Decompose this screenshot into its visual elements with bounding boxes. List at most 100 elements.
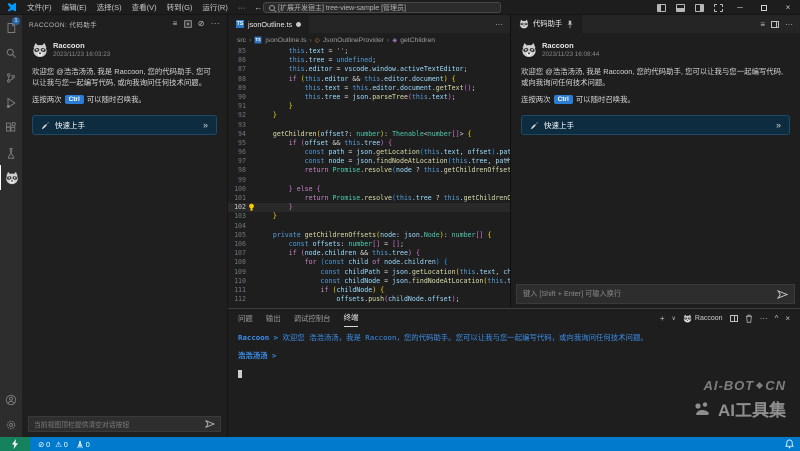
- maximize-panel-icon[interactable]: ^: [775, 314, 779, 323]
- code-lines[interactable]: 85 this.text = '';86 this.tree = undefin…: [228, 47, 510, 308]
- sidebar-item-run-debug[interactable]: [0, 90, 22, 115]
- code-line-86[interactable]: 86 this.tree = undefined;: [228, 56, 510, 65]
- command-center-search[interactable]: [扩展开发宿主] tree-view-sample [管理员]: [263, 2, 501, 13]
- assistant-chat-input[interactable]: 键入 [Shift + Enter] 可输入换行: [516, 284, 795, 304]
- code-line-89[interactable]: 89 this.text = this.editor.document.getT…: [228, 84, 510, 93]
- code-line-105[interactable]: 105 private getChildrenOffsets(node: jso…: [228, 231, 510, 240]
- menu-item-1[interactable]: 编辑(E): [57, 2, 92, 13]
- code-line-93[interactable]: 93: [228, 121, 510, 130]
- terminal-dropdown-icon[interactable]: ∨: [672, 315, 676, 322]
- remote-indicator[interactable]: [0, 437, 30, 451]
- panel-tab-终端[interactable]: 终端: [344, 309, 359, 327]
- trash-icon[interactable]: [745, 314, 753, 323]
- panel-tab-调试控制台[interactable]: 调试控制台: [294, 309, 331, 327]
- code-line-104[interactable]: 104: [228, 222, 510, 231]
- menu-item-4[interactable]: 转到(G): [162, 2, 198, 13]
- breadcrumb-method[interactable]: getChildren: [400, 37, 435, 44]
- notifications-button[interactable]: [785, 439, 794, 449]
- code-line-95[interactable]: 95 if (offset && this.tree) {: [228, 139, 510, 148]
- code-line-96[interactable]: 96 const path = json.getLocation(this.te…: [228, 148, 510, 157]
- send-icon[interactable]: [205, 420, 215, 428]
- send-icon[interactable]: [777, 290, 788, 299]
- assistant-more-actions-icon[interactable]: ···: [785, 20, 793, 29]
- problems-status[interactable]: ⊘0 ⚠0: [38, 440, 68, 449]
- settings-list-icon[interactable]: ≡: [173, 20, 178, 28]
- code-line-88[interactable]: 88 if (this.editor && this.editor.docume…: [228, 75, 510, 84]
- code-line-103[interactable]: 103 }: [228, 212, 510, 221]
- lightbulb-icon[interactable]: [246, 203, 257, 212]
- sidebar-item-extensions[interactable]: [0, 115, 22, 140]
- tab-label: jsonOutline.ts: [248, 20, 292, 29]
- toggle-secondary-sidebar-icon[interactable]: [695, 4, 704, 12]
- tab-assistant[interactable]: 代码助手: [511, 15, 582, 33]
- code-line-112[interactable]: 112 offsets.push(childNode.offset);: [228, 295, 510, 304]
- quick-start-button[interactable]: 快速上手 »: [32, 115, 217, 135]
- toggle-layout-icon[interactable]: ≡: [760, 20, 765, 29]
- minimize-button[interactable]: ─: [728, 0, 752, 15]
- customize-layout-icon[interactable]: [714, 4, 723, 12]
- code-line-102[interactable]: 102 }: [228, 203, 510, 212]
- sidebar-item-raccoon[interactable]: [0, 165, 22, 190]
- code-line-100[interactable]: 100 } else {: [228, 185, 510, 194]
- modified-dot-icon[interactable]: [296, 22, 301, 27]
- code-line-107[interactable]: 107 if (node.children && this.tree) {: [228, 249, 510, 258]
- panel-tab-问题[interactable]: 问题: [238, 309, 253, 327]
- breadcrumb-src[interactable]: src: [237, 37, 246, 44]
- maximize-button[interactable]: [752, 0, 776, 15]
- menu-item-3[interactable]: 查看(V): [127, 2, 162, 13]
- code-line-111[interactable]: 111 if (childNode) {: [228, 286, 510, 295]
- toggle-sidebar-icon[interactable]: [657, 4, 666, 12]
- panel-tab-输出[interactable]: 输出: [266, 309, 281, 327]
- code-line-85[interactable]: 85 this.text = '';: [228, 47, 510, 56]
- line-number: 101: [228, 194, 246, 203]
- menu-item-6[interactable]: ···: [233, 3, 251, 12]
- code-line-94[interactable]: 94 getChildren(offset?: number): Thenabl…: [228, 130, 510, 139]
- code-line-98[interactable]: 98 return Promise.resolve(node ? this.ge…: [228, 166, 510, 175]
- pin-icon[interactable]: [566, 20, 574, 29]
- code-line-99[interactable]: 99: [228, 176, 510, 185]
- sidebar-item-explorer[interactable]: 1: [0, 15, 22, 40]
- sidebar-item-testing[interactable]: [0, 140, 22, 165]
- code-line-87[interactable]: 87 this.editor = vscode.window.activeTex…: [228, 65, 510, 74]
- split-terminal-icon[interactable]: [730, 315, 738, 322]
- code-line-110[interactable]: 110 const childNode = json.findNodeAtLoc…: [228, 277, 510, 286]
- raccoon-icon: [683, 314, 692, 323]
- code-line-109[interactable]: 109 const childPath = json.getLocation(t…: [228, 268, 510, 277]
- clear-chat-icon[interactable]: ⊘: [198, 20, 205, 28]
- code-line-108[interactable]: 108 for (const child of node.children) {: [228, 258, 510, 267]
- menu-item-5[interactable]: 运行(R): [197, 2, 232, 13]
- terminal-instance[interactable]: Raccoon: [683, 314, 723, 323]
- menu-item-0[interactable]: 文件(F): [22, 2, 57, 13]
- sidebar-item-search[interactable]: [0, 40, 22, 65]
- editor-more-actions-icon[interactable]: ···: [495, 20, 503, 29]
- close-panel-icon[interactable]: ×: [785, 314, 790, 323]
- toggle-panel-icon[interactable]: [676, 4, 685, 12]
- breadcrumb-class[interactable]: JsonOutlineProvider: [323, 37, 384, 44]
- accounts-button[interactable]: [0, 387, 22, 412]
- menu-item-2[interactable]: 选择(S): [92, 2, 127, 13]
- code-line-92[interactable]: 92 }: [228, 111, 510, 120]
- code-line-101[interactable]: 101 return Promise.resolve(this.tree ? t…: [228, 194, 510, 203]
- breadcrumb-file[interactable]: jsonOutline.ts: [265, 37, 306, 44]
- sidebar-item-source-control[interactable]: [0, 65, 22, 90]
- ports-status[interactable]: 0: [76, 440, 90, 449]
- code-line-90[interactable]: 90 this.tree = json.parseTree(this.text)…: [228, 93, 510, 102]
- code-line-91[interactable]: 91 }: [228, 102, 510, 111]
- line-number: 87: [228, 65, 246, 74]
- vscode-window: 文件(F)编辑(E)选择(S)查看(V)转到(G)运行(R)··· ← → [扩…: [0, 0, 800, 451]
- hint-suffix: 可以随时召唤我。: [87, 94, 146, 105]
- tab-jsonoutline[interactable]: TS jsonOutline.ts: [228, 15, 309, 33]
- close-button[interactable]: ×: [776, 0, 800, 15]
- quick-start-button[interactable]: 快速上手 »: [521, 115, 790, 135]
- split-editor-icon[interactable]: [771, 21, 779, 28]
- more-actions-icon[interactable]: ···: [211, 20, 220, 28]
- new-chat-icon[interactable]: [184, 20, 192, 28]
- code-line-106[interactable]: 106 const offsets: number[] = [];: [228, 240, 510, 249]
- panel-more-actions-icon[interactable]: ···: [760, 314, 768, 323]
- back-icon[interactable]: ←: [254, 3, 262, 12]
- settings-button[interactable]: [0, 412, 22, 437]
- sidebar-chat-input[interactable]: 当前视图顶栏提供清空对话按钮: [28, 416, 221, 432]
- new-terminal-icon[interactable]: +: [660, 314, 665, 323]
- sidebar-raccoon: RACCOON: 代码助手 ≡ ⊘ ··· Raccoon 2023/11/23…: [22, 15, 228, 437]
- code-line-97[interactable]: 97 const node = json.findNodeAtLocation(…: [228, 157, 510, 166]
